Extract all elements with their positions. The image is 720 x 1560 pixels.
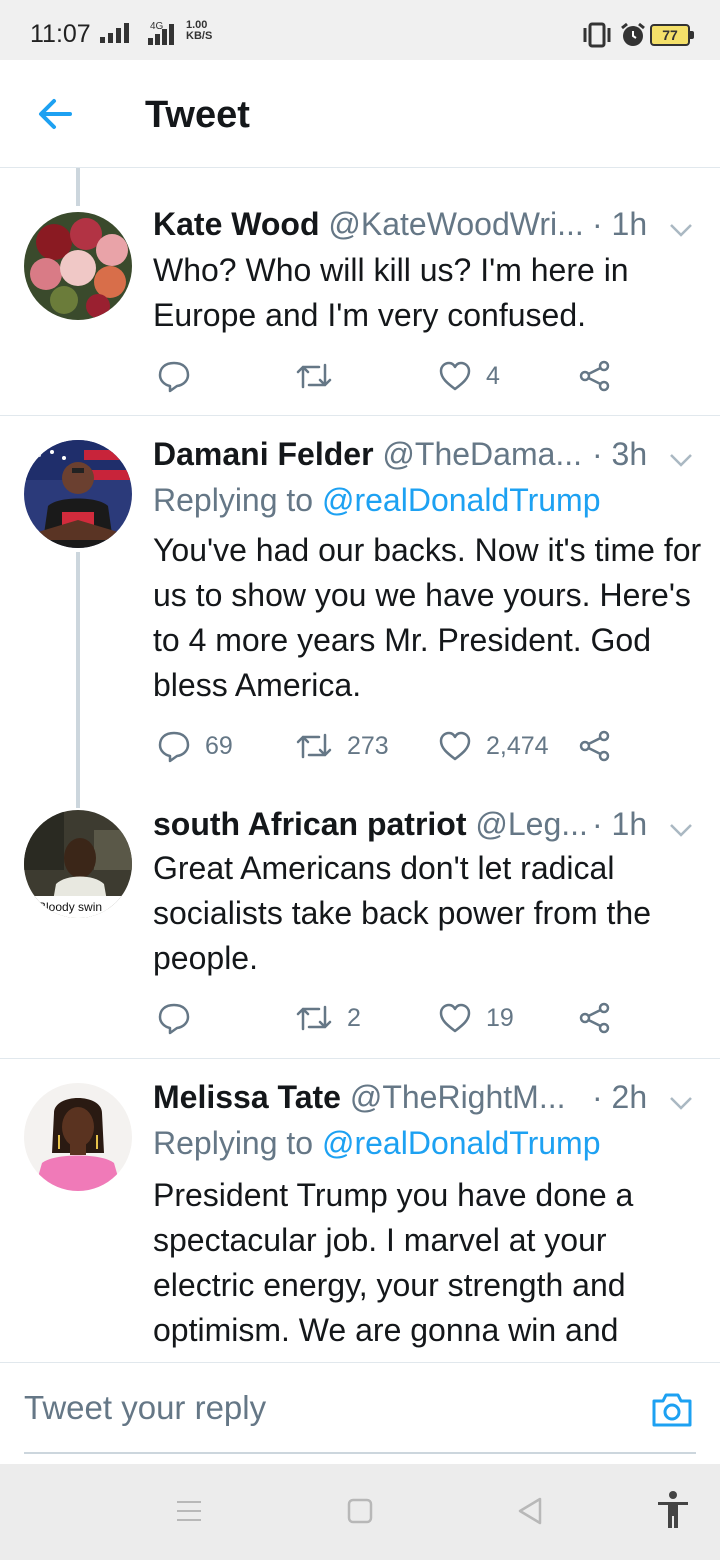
back-icon[interactable] <box>516 1494 544 1528</box>
reply-icon <box>158 1003 190 1035</box>
reply-button[interactable]: 69 <box>157 726 233 766</box>
vibrate-icon <box>583 22 611 48</box>
share-button[interactable] <box>578 998 612 1038</box>
system-nav-bar <box>0 1464 720 1560</box>
avatar[interactable] <box>24 440 132 548</box>
home-icon[interactable] <box>346 1494 374 1528</box>
retweet-icon <box>296 1005 332 1031</box>
share-icon <box>579 730 610 762</box>
like-count: 2,474 <box>486 731 549 760</box>
like-count: 19 <box>486 1003 514 1032</box>
reply-underline <box>24 1452 696 1454</box>
author-name[interactable]: Melissa Tate <box>153 1079 341 1115</box>
like-icon <box>439 361 471 391</box>
signal-icon <box>100 23 129 43</box>
tweet-text: You've had our backs. Now it's time for … <box>153 532 702 703</box>
back-arrow-icon <box>39 99 72 129</box>
replying-to: Replying to @realDonaldTrump <box>153 1125 601 1162</box>
reply-composer <box>0 1362 720 1464</box>
replying-to-mention[interactable]: @realDonaldTrump <box>322 482 601 518</box>
tweet-text: President Trump you have done a spectacu… <box>153 1177 634 1348</box>
network-speed: 1.00 KB/S <box>186 20 212 42</box>
reply-icon <box>158 731 190 763</box>
retweet-count: 2 <box>347 1003 361 1032</box>
network-speed-unit: KB/S <box>186 30 213 42</box>
author-name[interactable]: south African patriot <box>153 806 466 842</box>
tweet-text: Who? Who will kill us? I'm here in Europ… <box>153 252 629 333</box>
reply-count: 69 <box>205 731 233 760</box>
network-4g-icon: 4G <box>148 21 174 45</box>
retweet-button[interactable]: 2 <box>295 998 361 1038</box>
author-handle[interactable]: @TheRightM... <box>350 1079 566 1115</box>
author-handle[interactable]: @Leg... <box>475 806 588 842</box>
chevron-down-icon[interactable] <box>668 1093 694 1113</box>
author-handle[interactable]: @KateWoodWri... <box>328 206 583 242</box>
share-icon <box>579 1002 610 1034</box>
reply-icon <box>158 361 190 393</box>
replying-to-prefix: Replying to <box>153 482 314 518</box>
battery-indicator: 77 <box>650 24 694 46</box>
author-handle[interactable]: @TheDama... <box>382 436 582 472</box>
back-button[interactable] <box>26 90 86 140</box>
camera-icon <box>652 1393 692 1427</box>
retweet-button[interactable]: 273 <box>295 726 389 766</box>
chevron-down-icon[interactable] <box>668 450 694 470</box>
like-button[interactable]: 19 <box>438 998 514 1038</box>
tweet-header: Melissa Tate @TheRightM... <box>153 1079 565 1116</box>
share-button[interactable] <box>578 726 612 766</box>
tweet-actions: 69 273 2,474 <box>153 726 673 766</box>
tweet-time: · 2h <box>592 1079 648 1115</box>
tweet-actions: 2 19 <box>153 998 673 1038</box>
chevron-down-icon[interactable] <box>668 220 694 240</box>
like-icon <box>439 731 471 761</box>
tweet-time: · 1h <box>592 206 648 242</box>
like-button[interactable]: 2,474 <box>438 726 549 766</box>
network-type-label: 4G <box>150 21 164 32</box>
author-name[interactable]: Kate Wood <box>153 206 320 242</box>
status-time: 11:07 <box>30 20 91 48</box>
tweet[interactable]: Damani Felder @TheDama... · 3h Replying … <box>0 416 720 801</box>
like-count: 4 <box>486 361 500 390</box>
tweet[interactable]: Melissa Tate @TheRightM... · 2h Replying… <box>0 1059 720 1362</box>
alarm-icon <box>621 22 645 46</box>
share-icon <box>579 360 610 392</box>
replying-to: Replying to @realDonaldTrump <box>153 482 601 519</box>
retweet-button[interactable] <box>295 356 347 396</box>
retweet-count: 273 <box>347 731 389 760</box>
tweet[interactable]: Kate Wood @KateWoodWri... · 1h Who? Who … <box>0 168 720 415</box>
reply-button[interactable] <box>157 998 205 1038</box>
tweet-time: · 1h <box>592 806 648 842</box>
author-name[interactable]: Damani Felder <box>153 436 374 472</box>
page-title: Tweet <box>145 94 250 136</box>
tweet-header: south African patriot @Leg... <box>153 806 588 843</box>
tweet-header: Kate Wood @KateWoodWri... <box>153 206 584 243</box>
accessibility-icon[interactable] <box>656 1490 690 1530</box>
like-icon <box>439 1003 471 1033</box>
app-header: Tweet <box>0 60 720 168</box>
share-button[interactable] <box>578 356 612 396</box>
like-button[interactable]: 4 <box>438 356 500 396</box>
retweet-icon <box>296 733 332 759</box>
avatar[interactable] <box>24 1083 132 1191</box>
tweet[interactable]: Bloody swin south African patriot @Leg..… <box>0 800 720 1058</box>
replying-to-prefix: Replying to <box>153 1125 314 1161</box>
tweet-time: · 3h <box>592 436 648 472</box>
retweet-icon <box>296 363 332 389</box>
reply-button[interactable] <box>157 356 205 396</box>
tweet-actions: 4 <box>153 356 673 396</box>
camera-button[interactable] <box>650 1387 694 1431</box>
avatar[interactable]: Bloody swin <box>24 810 132 918</box>
tweet-text: Great Americans don't let radical social… <box>153 850 651 976</box>
replying-to-mention[interactable]: @realDonaldTrump <box>322 1125 601 1161</box>
chevron-down-icon[interactable] <box>668 820 694 840</box>
tweet-header: Damani Felder @TheDama... <box>153 436 582 473</box>
menu-icon[interactable] <box>175 1494 203 1528</box>
avatar[interactable] <box>24 212 132 320</box>
avatar-caption: Bloody swin <box>38 900 102 914</box>
status-bar: 11:07 4G 1.00 KB/S 77 <box>0 0 720 60</box>
reply-input[interactable] <box>24 1383 624 1433</box>
